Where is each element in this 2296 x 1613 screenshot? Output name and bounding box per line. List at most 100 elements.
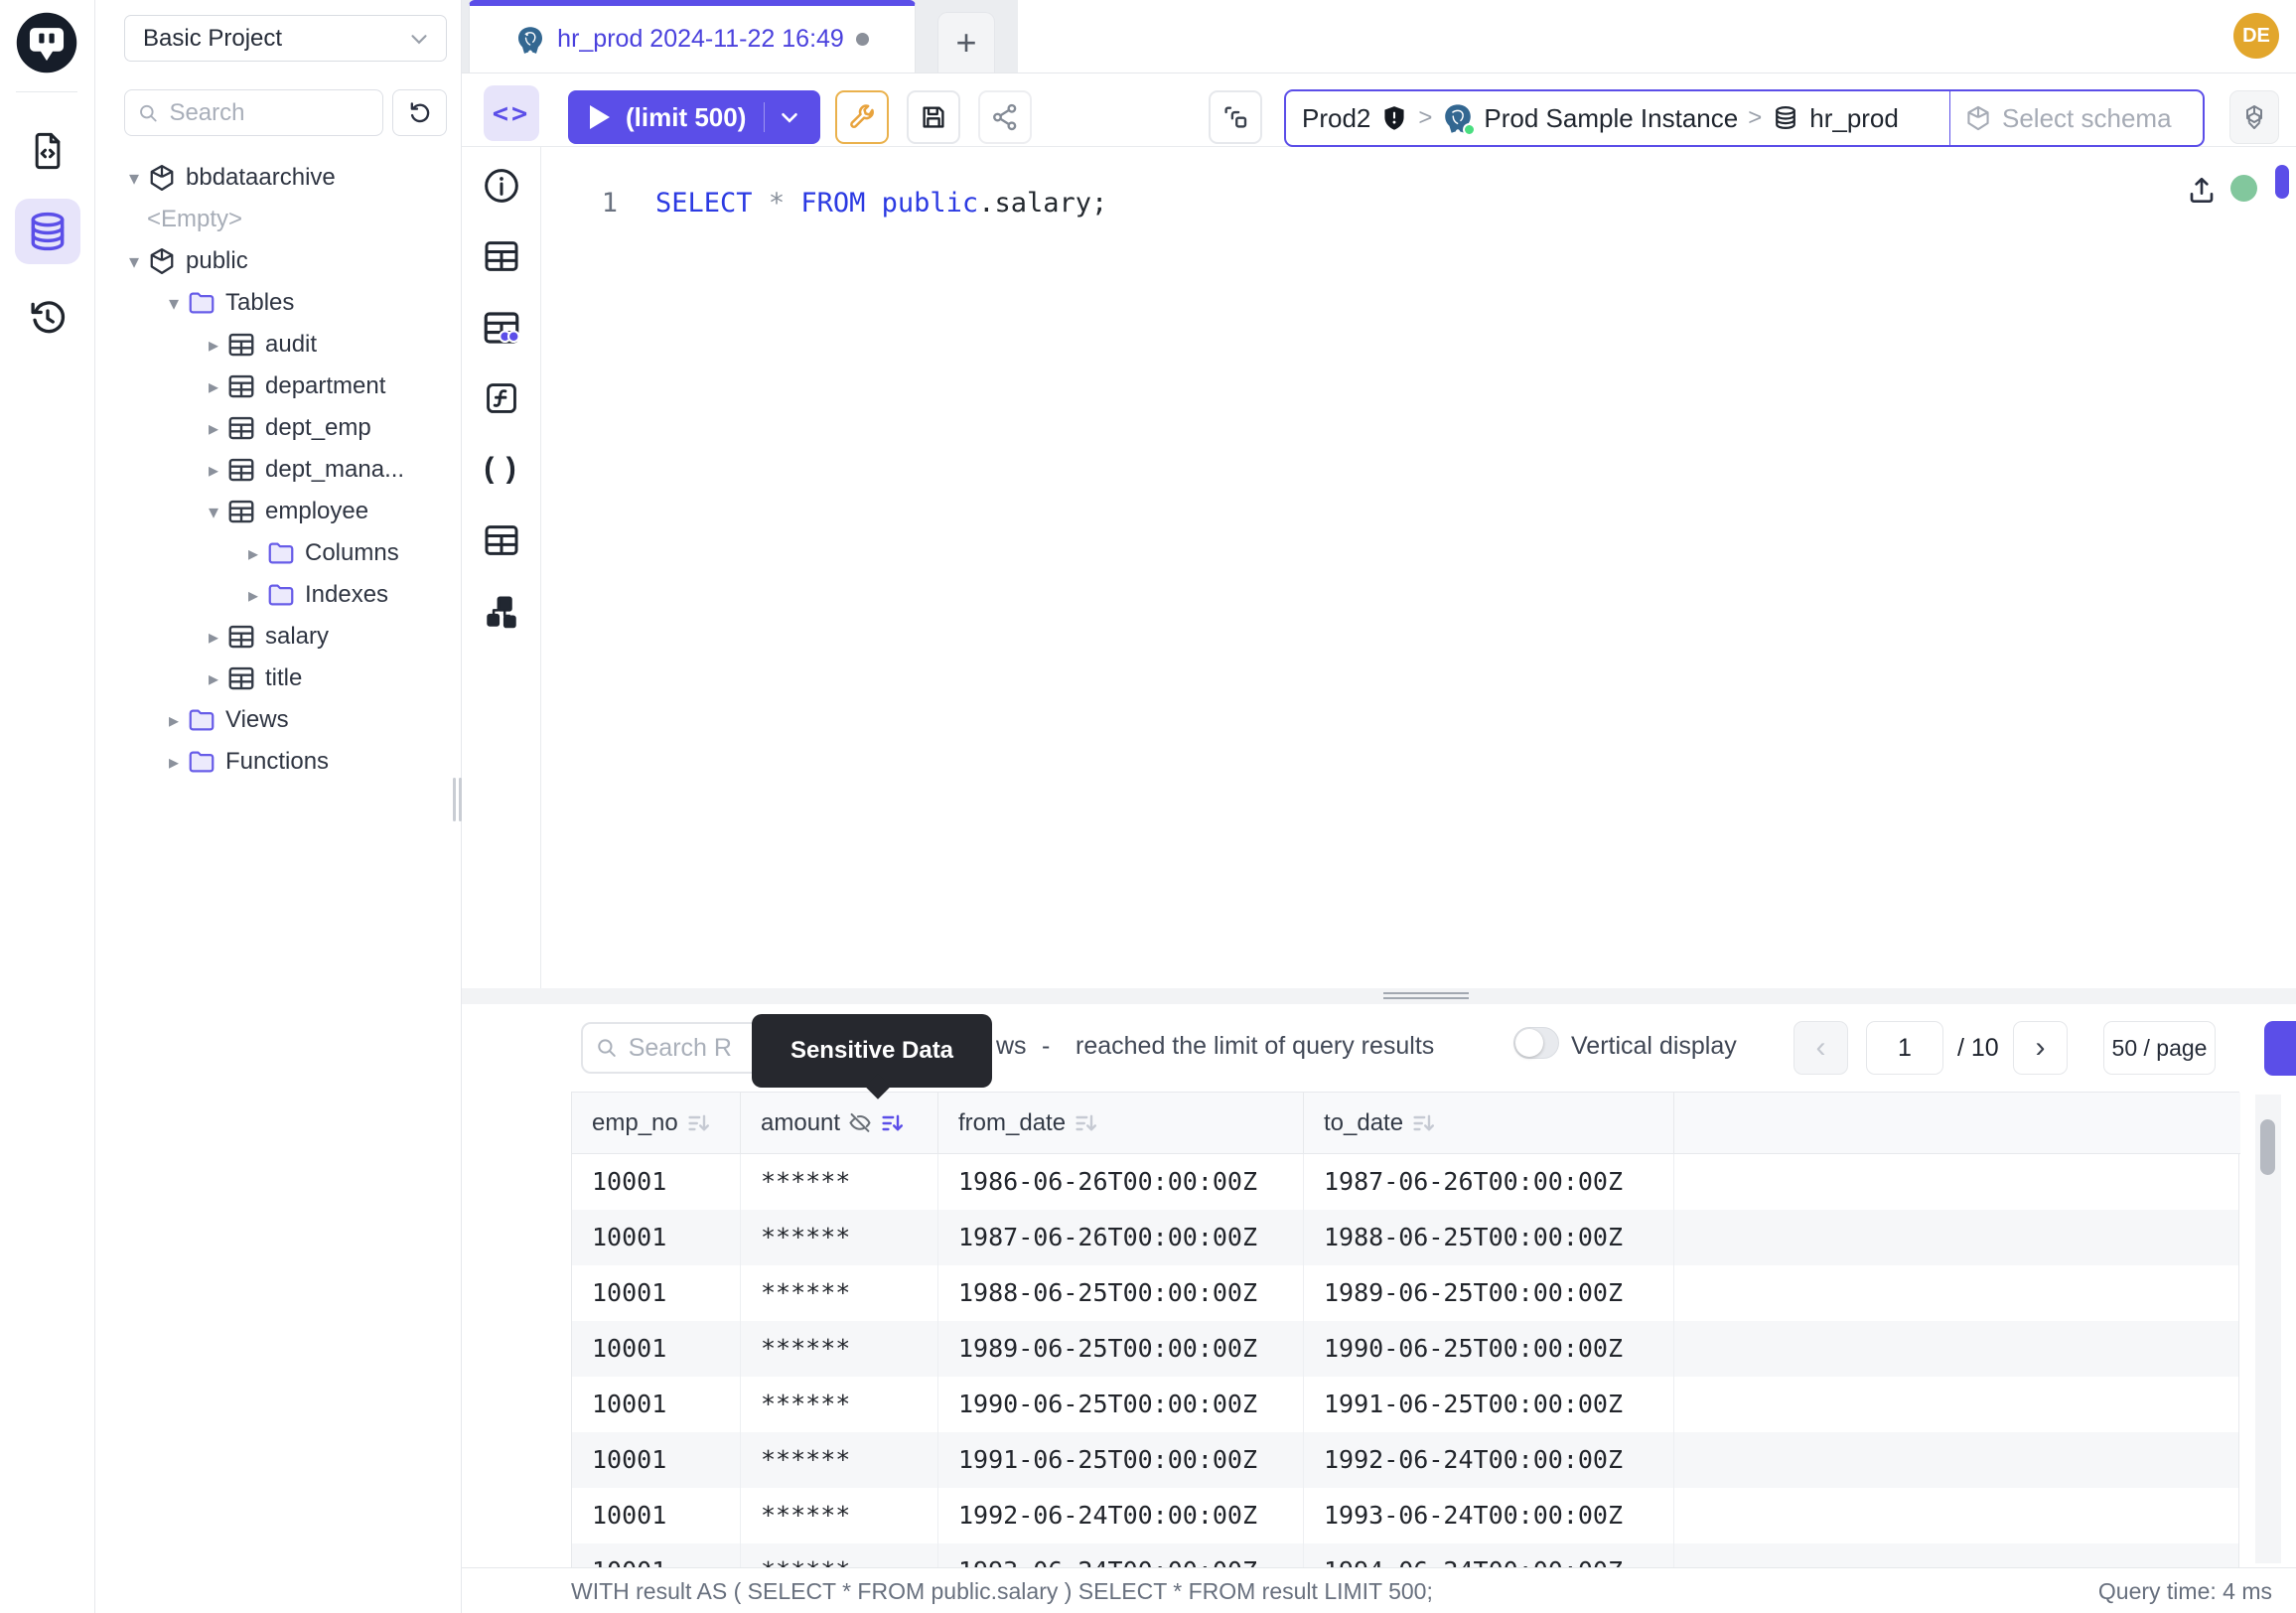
tree-item-bbdataarchive[interactable]: ▾bbdataarchive xyxy=(95,157,462,199)
tree-item-dept-emp[interactable]: ▸dept_emp xyxy=(95,407,462,449)
procedures-panel-icon[interactable]: ( ) xyxy=(478,445,525,493)
history-nav-icon[interactable] xyxy=(24,294,72,342)
table-cell[interactable] xyxy=(1674,1210,2238,1265)
tree-item-department[interactable]: ▸department xyxy=(95,366,462,407)
tree-item-columns[interactable]: ▸Columns xyxy=(95,532,462,574)
table-cell[interactable]: 1986-06-26T00:00:00Z xyxy=(938,1154,1304,1210)
masked-tables-panel-icon[interactable] xyxy=(478,304,525,352)
share-sheet-button[interactable] xyxy=(978,90,1032,144)
table-cell[interactable]: 1990-06-25T00:00:00Z xyxy=(938,1377,1304,1432)
caret-closed-icon[interactable]: ▸ xyxy=(161,708,187,733)
table-cell[interactable] xyxy=(1674,1543,2238,1567)
table-cell[interactable]: ****** xyxy=(741,1154,938,1210)
column-header-from_date[interactable]: from_date xyxy=(938,1093,1304,1154)
table-cell[interactable] xyxy=(1674,1265,2238,1321)
caret-closed-icon[interactable]: ▸ xyxy=(201,625,226,650)
worksheets-nav-icon[interactable] xyxy=(24,127,72,175)
sql-editor-canvas[interactable]: 1 SELECT * FROM public.salary; xyxy=(542,147,2296,988)
table-cell[interactable]: 1988-06-25T00:00:00Z xyxy=(938,1265,1304,1321)
table-cell[interactable]: ****** xyxy=(741,1210,938,1265)
table-cell[interactable]: 10001 xyxy=(572,1154,741,1210)
table-cell[interactable]: 1989-06-25T00:00:00Z xyxy=(938,1321,1304,1377)
info-panel-icon[interactable] xyxy=(478,162,525,210)
external-tables-panel-icon[interactable] xyxy=(478,516,525,564)
table-row[interactable]: 10001******1988-06-25T00:00:00Z1989-06-2… xyxy=(572,1265,2238,1321)
table-cell[interactable] xyxy=(1674,1321,2238,1377)
panel-resize-divider[interactable] xyxy=(462,988,2296,1004)
table-cell[interactable] xyxy=(1674,1154,2238,1210)
tree-item-audit[interactable]: ▸audit xyxy=(95,324,462,366)
table-cell[interactable]: 10001 xyxy=(572,1265,741,1321)
table-cell[interactable]: 1992-06-24T00:00:00Z xyxy=(938,1488,1304,1543)
tree-item-employee[interactable]: ▾employee xyxy=(95,491,462,532)
table-cell[interactable]: 10001 xyxy=(572,1210,741,1265)
table-cell[interactable]: 1992-06-24T00:00:00Z xyxy=(1304,1432,1674,1488)
sql-statement[interactable]: SELECT * FROM public.salary; xyxy=(655,188,1107,219)
user-avatar[interactable]: DE xyxy=(2233,13,2279,59)
tree-item-public[interactable]: ▾public xyxy=(95,240,462,282)
caret-closed-icon[interactable]: ▸ xyxy=(240,541,266,566)
tab-hr-prod[interactable]: hr_prod 2024-11-22 16:49 xyxy=(469,0,916,73)
caret-closed-icon[interactable]: ▸ xyxy=(161,750,187,775)
new-tab-button[interactable]: + xyxy=(937,12,995,73)
table-cell[interactable]: ****** xyxy=(741,1432,938,1488)
table-cell[interactable]: 1988-06-25T00:00:00Z xyxy=(1304,1210,1674,1265)
caret-open-icon[interactable]: ▾ xyxy=(201,500,226,524)
table-row[interactable]: 10001******1987-06-26T00:00:00Z1988-06-2… xyxy=(572,1210,2238,1265)
tree-item-salary[interactable]: ▸salary xyxy=(95,616,462,658)
refresh-schema-button[interactable] xyxy=(392,89,447,136)
table-cell[interactable]: ****** xyxy=(741,1321,938,1377)
caret-closed-icon[interactable]: ▸ xyxy=(201,333,226,358)
code-view-toggle[interactable]: <> xyxy=(484,85,539,141)
sidebar-search-input[interactable] xyxy=(169,99,372,127)
caret-closed-icon[interactable]: ▸ xyxy=(201,374,226,399)
caret-open-icon[interactable]: ▾ xyxy=(161,291,187,316)
sidebar-resize-handle[interactable] xyxy=(453,778,463,821)
prev-page-button[interactable]: ‹ xyxy=(1794,1021,1848,1075)
table-cell[interactable]: ****** xyxy=(741,1543,938,1567)
sort-icon[interactable] xyxy=(1074,1111,1097,1135)
batch-query-button[interactable] xyxy=(1209,90,1262,144)
tree-item-functions[interactable]: ▸Functions xyxy=(95,741,462,783)
next-page-button[interactable]: › xyxy=(2013,1021,2068,1075)
export-button-partial[interactable] xyxy=(2264,1021,2296,1076)
table-row[interactable]: 10001******1991-06-25T00:00:00Z1992-06-2… xyxy=(572,1432,2238,1488)
table-cell[interactable]: 10001 xyxy=(572,1488,741,1543)
table-cell[interactable]: 10001 xyxy=(572,1321,741,1377)
table-cell[interactable]: 1987-06-26T00:00:00Z xyxy=(1304,1154,1674,1210)
results-scrollbar-thumb[interactable] xyxy=(2260,1119,2275,1175)
page-number-input[interactable] xyxy=(1866,1021,1943,1075)
column-header-amount[interactable]: amount xyxy=(741,1093,938,1154)
column-header-emp_no[interactable]: emp_no xyxy=(572,1093,741,1154)
caret-closed-icon[interactable]: ▸ xyxy=(201,666,226,691)
code-line-1[interactable]: 1 SELECT * FROM public.salary; xyxy=(542,183,1107,222)
databases-nav-icon[interactable] xyxy=(15,199,80,264)
table-cell[interactable]: 10001 xyxy=(572,1377,741,1432)
tree-item-empty[interactable]: <Empty> xyxy=(95,199,462,240)
tree-item-indexes[interactable]: ▸Indexes xyxy=(95,574,462,616)
table-cell[interactable]: ****** xyxy=(741,1265,938,1321)
table-cell[interactable]: 1991-06-25T00:00:00Z xyxy=(938,1432,1304,1488)
ai-assistant-button[interactable] xyxy=(2229,90,2279,144)
functions-panel-icon[interactable] xyxy=(478,374,525,422)
tree-item-tables[interactable]: ▾Tables xyxy=(95,282,462,324)
run-query-button[interactable]: (limit 500) xyxy=(568,90,820,144)
table-row[interactable]: 10001******1990-06-25T00:00:00Z1991-06-2… xyxy=(572,1377,2238,1432)
table-cell[interactable]: ****** xyxy=(741,1377,938,1432)
table-row[interactable]: 10001******1993-06-24T00:00:00Z1994-06-2… xyxy=(572,1543,2238,1567)
sort-icon[interactable] xyxy=(686,1111,710,1135)
table-row[interactable]: 10001******1992-06-24T00:00:00Z1993-06-2… xyxy=(572,1488,2238,1543)
vertical-display-toggle[interactable] xyxy=(1513,1027,1559,1059)
caret-closed-icon[interactable]: ▸ xyxy=(240,583,266,608)
sort-icon[interactable] xyxy=(880,1111,904,1135)
caret-open-icon[interactable]: ▾ xyxy=(121,166,147,191)
bytebase-logo-icon[interactable] xyxy=(14,10,79,75)
tree-item-title[interactable]: ▸title xyxy=(95,658,462,699)
connection-breadcrumb[interactable]: Prod2 > Prod Sample Instance > hr_prod xyxy=(1284,89,1951,147)
table-cell[interactable]: 10001 xyxy=(572,1432,741,1488)
schema-diagram-icon[interactable] xyxy=(478,588,525,636)
caret-closed-icon[interactable]: ▸ xyxy=(201,458,226,483)
table-cell[interactable]: 1994-06-24T00:00:00Z xyxy=(1304,1543,1674,1567)
tree-item-views[interactable]: ▸Views xyxy=(95,699,462,741)
editor-scrollbar-thumb[interactable] xyxy=(2275,165,2289,199)
